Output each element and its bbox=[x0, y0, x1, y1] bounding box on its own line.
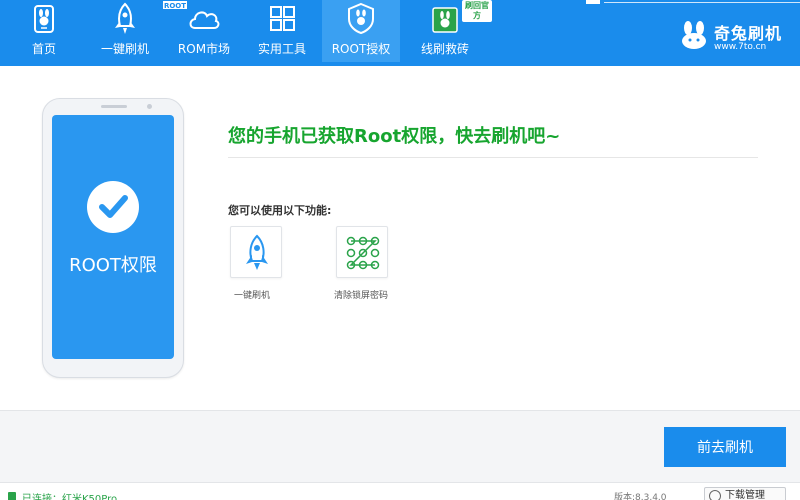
divider bbox=[228, 157, 758, 158]
shield-rabbit-icon bbox=[348, 2, 374, 35]
rocket-icon bbox=[246, 234, 268, 270]
connection-status: 已连接：红米K50Pro bbox=[22, 494, 118, 500]
download-icon bbox=[709, 490, 721, 500]
feature-clear-lock-password[interactable]: 清除锁屏密码 bbox=[334, 226, 416, 306]
check-icon bbox=[99, 195, 128, 218]
version-text: 版本:8.3.4.0 bbox=[614, 493, 667, 500]
action-panel: 前去刷机 bbox=[0, 410, 800, 482]
rabbit-logo-icon bbox=[682, 21, 706, 49]
phone-connected-icon bbox=[8, 492, 16, 500]
nav-label-home: 首页 bbox=[31, 42, 56, 56]
window-edge bbox=[604, 2, 800, 3]
phone-illustration: ROOT权限 bbox=[42, 98, 184, 378]
feature-label: 一键刷机 bbox=[234, 291, 271, 301]
nav-item-tools[interactable]: 实用工具 bbox=[252, 0, 312, 62]
download-manager-button[interactable]: 下载管理 bbox=[704, 487, 786, 500]
nav-label-one-click-flash: 一键刷机 bbox=[100, 42, 149, 56]
flash-official-badge: 刷回官方 bbox=[462, 0, 492, 22]
feature-one-click-flash[interactable]: 一键刷机 bbox=[230, 226, 310, 306]
nav-label-rescue: 线刷救砖 bbox=[420, 42, 469, 56]
rabbit-box-icon bbox=[432, 7, 458, 33]
feature-label: 清除锁屏密码 bbox=[334, 291, 389, 301]
feature-tile[interactable] bbox=[230, 226, 282, 278]
top-navigation-bar: 首页 一键刷机 ROM市场 ROOT 实用工具 ROOT授权 线刷救砖 刷回官方… bbox=[0, 0, 800, 66]
nav-label-root: ROOT授权 bbox=[331, 42, 391, 56]
status-bar: 已连接：红米K50Pro 版本:8.3.4.0 下载管理 bbox=[0, 482, 800, 500]
pattern-lock-icon bbox=[346, 236, 380, 270]
brand-url: www.7to.cn bbox=[714, 42, 767, 52]
brand: 奇兔刷机 www.7to.cn bbox=[678, 14, 798, 62]
nav-item-home[interactable]: 首页 bbox=[18, 0, 70, 62]
check-badge bbox=[87, 181, 139, 233]
page-title: 您的手机已获取Root权限，快去刷机吧~ bbox=[228, 126, 561, 147]
window-control[interactable] bbox=[586, 0, 600, 4]
cloud-icon bbox=[189, 11, 220, 29]
nav-label-tools: 实用工具 bbox=[257, 42, 306, 56]
nav-item-one-click-flash[interactable]: 一键刷机 bbox=[94, 0, 156, 62]
download-manager-label: 下载管理 bbox=[725, 490, 765, 500]
phone-camera bbox=[147, 104, 152, 109]
features-subtitle: 您可以使用以下功能: bbox=[228, 204, 332, 217]
brand-name: 奇兔刷机 bbox=[714, 24, 783, 43]
phone-screen-text: ROOT权限 bbox=[69, 255, 157, 276]
go-flash-button[interactable]: 前去刷机 bbox=[664, 427, 786, 467]
main-content: ROOT权限 您的手机已获取Root权限，快去刷机吧~ 您可以使用以下功能: 一… bbox=[0, 66, 800, 410]
phone-speaker bbox=[101, 105, 127, 108]
nav-label-rom-market: ROM市场 bbox=[177, 42, 231, 56]
phone-screen: ROOT权限 bbox=[52, 115, 174, 359]
nav-item-root[interactable]: ROOT授权 bbox=[322, 0, 400, 62]
rocket-icon bbox=[115, 2, 135, 34]
grid-icon bbox=[270, 6, 295, 31]
feature-tile[interactable] bbox=[336, 226, 388, 278]
rom-badge: ROOT bbox=[162, 0, 188, 10]
home-rabbit-icon bbox=[34, 5, 54, 33]
